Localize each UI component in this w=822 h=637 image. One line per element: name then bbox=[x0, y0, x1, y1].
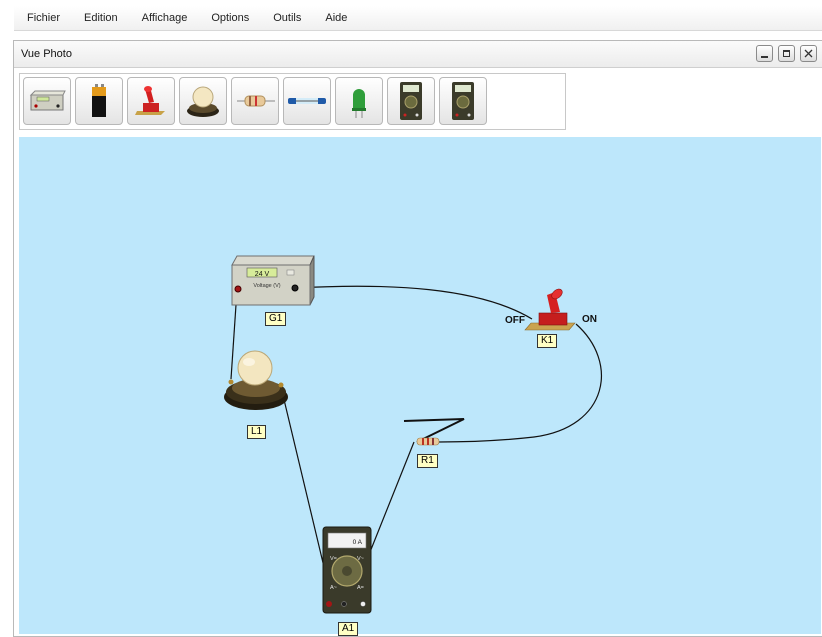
ammeter-terminal-com[interactable] bbox=[341, 601, 347, 607]
ammeter-terminal-v[interactable] bbox=[360, 601, 366, 607]
tool-lamp[interactable] bbox=[179, 77, 227, 125]
label-r1[interactable]: R1 bbox=[417, 454, 438, 468]
tool-voltmeter[interactable] bbox=[387, 77, 435, 125]
menu-options[interactable]: Options bbox=[198, 12, 260, 24]
tool-led[interactable] bbox=[335, 77, 383, 125]
resistor-icon bbox=[237, 95, 275, 107]
battery-icon bbox=[92, 84, 106, 117]
close-button[interactable] bbox=[800, 45, 817, 62]
tool-ammeter[interactable] bbox=[439, 77, 487, 125]
tool-generator[interactable] bbox=[23, 77, 71, 125]
label-a1[interactable]: A1 bbox=[338, 622, 359, 636]
menu-bar: Fichier Edition Affichage Options Outils… bbox=[14, 6, 822, 31]
ammeter-range-vac: V~ bbox=[357, 556, 364, 562]
component-toolbar bbox=[19, 73, 566, 130]
photo-view-panel: Vue Photo 24 V Voltage (V) 0 A V= V~ A~ … bbox=[13, 40, 822, 637]
ammeter-range-adc: A= bbox=[357, 585, 364, 591]
menu-edition[interactable]: Edition bbox=[71, 12, 129, 24]
ammeter-display: 0 A bbox=[353, 539, 363, 546]
ammeter-range-vdc: V= bbox=[330, 556, 337, 562]
fuse-icon bbox=[288, 98, 326, 104]
maximize-icon bbox=[783, 50, 790, 57]
minimize-icon bbox=[761, 55, 768, 58]
ammeter-icon bbox=[452, 82, 474, 120]
ammeter-terminal-red[interactable] bbox=[326, 601, 332, 607]
switch-on-text: ON bbox=[582, 314, 597, 325]
label-g1[interactable]: G1 bbox=[265, 312, 287, 326]
menu-fichier[interactable]: Fichier bbox=[14, 12, 71, 24]
wire-lamp-ammeter[interactable] bbox=[280, 386, 325, 568]
panel-title: Vue Photo bbox=[21, 48, 72, 60]
wire-switch-resistor[interactable] bbox=[438, 323, 602, 443]
resistor-r1[interactable] bbox=[403, 418, 465, 446]
generator-terminal-negative[interactable] bbox=[291, 284, 299, 292]
switch-off-text: OFF bbox=[505, 315, 525, 326]
tool-battery[interactable] bbox=[75, 77, 123, 125]
menu-outils[interactable]: Outils bbox=[260, 12, 312, 24]
circuit-drawing: 24 V Voltage (V) 0 A V= V~ A~ A= bbox=[224, 255, 602, 614]
maximize-button[interactable] bbox=[778, 45, 795, 62]
menu-aide[interactable]: Aide bbox=[312, 12, 358, 24]
circuit-canvas[interactable]: 24 V Voltage (V) 0 A V= V~ A~ A= G1 K1 L… bbox=[19, 137, 821, 636]
tool-fuse[interactable] bbox=[283, 77, 331, 125]
switch-icon bbox=[135, 86, 165, 115]
label-k1[interactable]: K1 bbox=[537, 334, 558, 348]
minimize-button[interactable] bbox=[756, 45, 773, 62]
close-icon bbox=[804, 49, 813, 58]
led-icon bbox=[352, 89, 366, 118]
wire-generator-switch[interactable] bbox=[294, 285, 533, 320]
label-l1[interactable]: L1 bbox=[247, 425, 267, 439]
switch-k1[interactable] bbox=[524, 287, 576, 331]
tool-resistor[interactable] bbox=[231, 77, 279, 125]
generator-g1[interactable]: 24 V Voltage (V) bbox=[231, 255, 315, 306]
ammeter-a1[interactable]: 0 A V= V~ A~ A= bbox=[322, 526, 372, 614]
panel-header: Vue Photo bbox=[14, 41, 822, 68]
ammeter-range-aac: A~ bbox=[330, 585, 337, 591]
voltmeter-icon bbox=[400, 82, 422, 120]
generator-icon bbox=[29, 90, 66, 111]
generator-caption: Voltage (V) bbox=[253, 283, 280, 289]
lamp-l1[interactable] bbox=[224, 350, 288, 410]
menu-affichage[interactable]: Affichage bbox=[129, 12, 199, 24]
lamp-icon bbox=[187, 86, 219, 117]
generator-display: 24 V bbox=[255, 271, 270, 278]
generator-terminal-positive[interactable] bbox=[234, 285, 242, 293]
tool-switch[interactable] bbox=[127, 77, 175, 125]
